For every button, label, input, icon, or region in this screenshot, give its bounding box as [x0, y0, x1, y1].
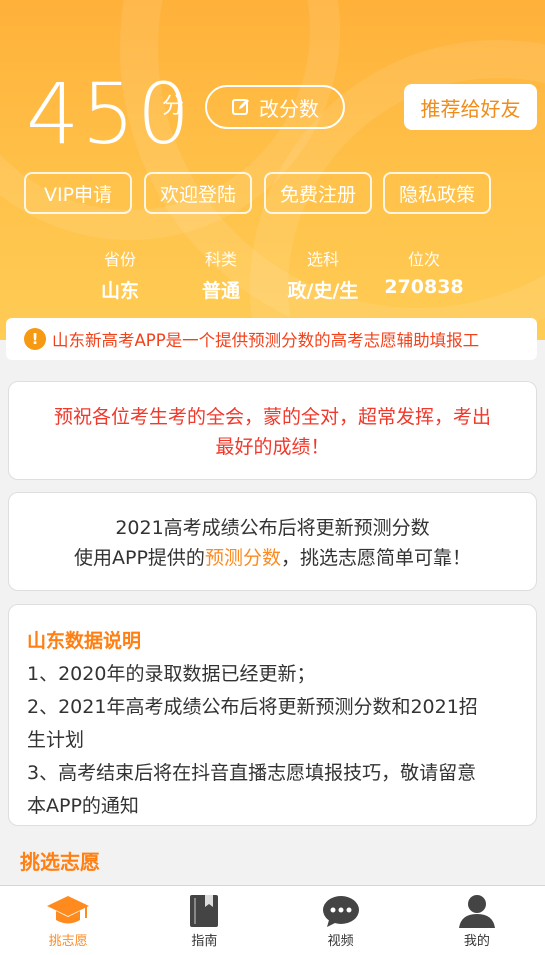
register-button[interactable]: 免费注册 [264, 172, 372, 214]
update-card: 2021高考成绩公布后将更新预测分数 使用APP提供的预测分数，挑选志愿简单可靠… [8, 492, 537, 591]
score-unit: 分 [162, 94, 185, 119]
tab-guide[interactable]: 指南 [136, 886, 272, 955]
stat-category: 科类 普通 [166, 246, 276, 303]
wish-line: 预祝各位考生考的全会，蒙的全对，超常发挥，考出 [53, 406, 491, 428]
stat-label: 省份 [103, 250, 136, 269]
privacy-policy-button[interactable]: 隐私政策 [383, 172, 491, 214]
stat-value: 270838 [384, 276, 464, 298]
stat-value: 普通 [201, 280, 240, 302]
header: 450 分 改分数 推荐给好友 VIP申请 欢迎登陆 免费注册 隐私政策 省份 … [0, 0, 545, 340]
stat-label: 位次 [407, 250, 440, 269]
login-button[interactable]: 欢迎登陆 [144, 172, 252, 214]
tab-choose-volunteer[interactable]: 挑志愿 [0, 886, 136, 955]
tab-mine[interactable]: 我的 [409, 886, 545, 955]
update-line: 2021高考成绩公布后将更新预测分数 [115, 517, 430, 539]
vip-apply-button[interactable]: VIP申请 [24, 172, 132, 214]
section-title: 挑选志愿 [20, 850, 100, 874]
notice-text: 山东新高考APP是一个提供预测分数的高考志愿辅助填报工 [52, 331, 480, 350]
chat-bubble-icon [322, 896, 359, 927]
predicted-score-link[interactable]: 预测分数 [205, 547, 281, 569]
tab-label: 挑志愿 [48, 934, 88, 949]
stat-subjects: 选科 政/史/生 [268, 246, 378, 303]
stat-label: 选科 [306, 250, 339, 269]
tab-label: 指南 [191, 934, 218, 949]
wish-card: 预祝各位考生考的全会，蒙的全对，超常发挥，考出 最好的成绩！ [8, 381, 537, 480]
data-item: 生计划 [27, 729, 85, 751]
stat-value: 政/史/生 [287, 280, 359, 302]
update-line: 使用APP提供的预测分数，挑选志愿简单可靠！ [9, 543, 536, 573]
bottom-tab-bar: 挑志愿 指南 视频 我的 [0, 885, 545, 955]
edit-score-button[interactable]: 改分数 [205, 85, 345, 129]
update-text: 使用APP提供的 [74, 547, 205, 569]
update-text: ，挑选志愿简单可靠！ [280, 547, 471, 569]
data-item: 本APP的通知 [27, 795, 139, 817]
data-card-title: 山东数据说明 [27, 630, 142, 652]
graduation-cap-icon [47, 896, 90, 924]
book-icon [190, 895, 219, 927]
tab-label: 我的 [463, 934, 490, 949]
wish-line: 最好的成绩！ [215, 436, 330, 458]
stat-rank: 位次 270838 [369, 246, 479, 298]
stat-label: 科类 [204, 250, 237, 269]
warning-icon: ! [24, 328, 46, 350]
stat-province: 省份 山东 [65, 246, 175, 303]
tab-video[interactable]: 视频 [273, 886, 409, 955]
stat-value: 山东 [100, 280, 139, 302]
edit-icon [232, 99, 249, 115]
user-icon [458, 895, 495, 928]
data-item: 3、高考结束后将在抖音直播志愿填报技巧，敬请留意 [27, 762, 477, 784]
edit-score-label: 改分数 [259, 96, 319, 121]
tab-label: 视频 [327, 934, 354, 949]
data-description-card: 山东数据说明 1、2020年的录取数据已经更新； 2、2021年高考成绩公布后将… [8, 604, 537, 826]
data-item: 2、2021年高考成绩公布后将更新预测分数和2021招 [27, 696, 478, 718]
data-item: 1、2020年的录取数据已经更新； [27, 663, 316, 685]
recommend-button[interactable]: 推荐给好友 [404, 84, 537, 130]
notice-banner[interactable]: ! 山东新高考APP是一个提供预测分数的高考志愿辅助填报工 [6, 318, 537, 360]
